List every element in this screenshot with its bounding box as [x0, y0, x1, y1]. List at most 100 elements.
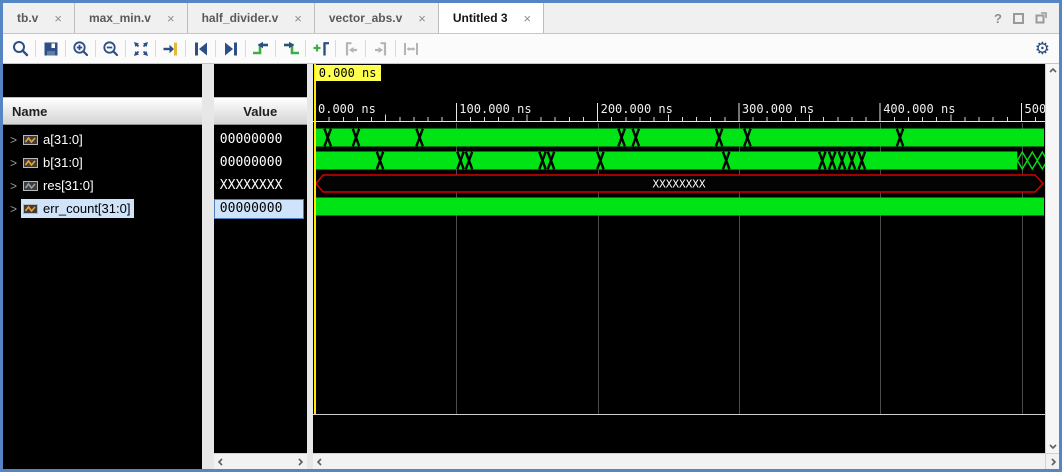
signal-value[interactable]: 00000000: [214, 199, 304, 219]
scroll-left-icon: [316, 458, 324, 466]
go-to-time-button[interactable]: [158, 37, 183, 61]
scroll-down-button[interactable]: [1046, 439, 1059, 453]
help-icon[interactable]: ?: [994, 11, 1002, 26]
gear-icon[interactable]: ⚙: [1035, 40, 1050, 57]
bus-icon: [23, 134, 38, 146]
add-marker-icon: [311, 39, 331, 59]
save-button[interactable]: [38, 37, 63, 61]
signal-name-label: err_count[31:0]: [43, 201, 130, 216]
expand-chevron-icon[interactable]: >: [10, 133, 17, 147]
tab-vector-abs-v[interactable]: vector_abs.v×: [315, 3, 439, 33]
expand-chevron-icon[interactable]: >: [10, 156, 17, 170]
next-edge-icon: [281, 39, 301, 59]
wave-row-err_count310[interactable]: [313, 196, 1045, 217]
previous-transition-icon: [191, 39, 211, 59]
signal-name-label: a[31:0]: [43, 132, 83, 147]
wave-vertical-scrollbar[interactable]: [1045, 64, 1059, 469]
toolbar-separator: [245, 40, 246, 57]
tab-close-icon[interactable]: ×: [294, 11, 302, 26]
wave-horizontal-scrollbar[interactable]: [313, 453, 1045, 469]
tab-close-icon[interactable]: ×: [524, 11, 532, 26]
tab-max-min-v[interactable]: max_min.v ×: [75, 3, 188, 33]
tab-tb-v[interactable]: tb.v ×: [3, 3, 75, 33]
wave-row-b310[interactable]: [313, 150, 1045, 171]
scroll-up-icon: [1049, 67, 1057, 75]
tab-close-icon[interactable]: ×: [167, 11, 175, 26]
value-column-header[interactable]: Value: [214, 97, 307, 125]
tab-close-icon[interactable]: ×: [418, 11, 426, 26]
signal-name-cell[interactable]: b[31:0]: [21, 153, 87, 172]
tab-bar-tabs: tb.v×max_min.v×half_divider.v×vector_abs…: [3, 3, 544, 33]
signal-name-cell[interactable]: a[31:0]: [21, 130, 87, 149]
maximize-icon[interactable]: [1013, 13, 1024, 24]
value-horizontal-scrollbar[interactable]: [214, 453, 307, 469]
previous-edge-button[interactable]: [248, 37, 273, 61]
signal-row-err_count310[interactable]: > err_count[31:0]: [3, 197, 202, 220]
zoom-out-button[interactable]: [98, 37, 123, 61]
signal-value-row[interactable]: 00000000: [214, 197, 307, 220]
previous-marker-icon: [341, 39, 361, 59]
expand-chevron-icon[interactable]: >: [10, 179, 17, 193]
scroll-right-corner-button[interactable]: [1046, 453, 1059, 469]
toolbar-separator: [35, 40, 36, 57]
zoom-in-button[interactable]: [68, 37, 93, 61]
bus-icon: [23, 180, 38, 192]
scroll-up-button[interactable]: [1046, 64, 1059, 78]
name-panel-spacer: [3, 64, 202, 97]
toolbar-separator: [155, 40, 156, 57]
wave-row-a310[interactable]: [313, 127, 1045, 148]
toolbar-separator: [275, 40, 276, 57]
signal-name-cell[interactable]: res[31:0]: [21, 176, 98, 195]
signal-row-res310[interactable]: > res[31:0]: [3, 174, 202, 197]
scroll-track[interactable]: [1046, 78, 1059, 439]
scroll-left-icon: [217, 458, 225, 466]
signal-value[interactable]: 00000000: [214, 132, 283, 147]
previous-marker-button: [338, 37, 363, 61]
zoom-fit-button[interactable]: [128, 37, 153, 61]
name-value-splitter[interactable]: [202, 64, 214, 469]
waveform-toolbar: ⚙: [3, 34, 1059, 64]
tab-half-divider-v[interactable]: half_divider.v ×: [188, 3, 315, 33]
toolbar-separator: [215, 40, 216, 57]
wave-row-res310[interactable]: XXXXXXXX: [313, 173, 1045, 194]
signal-value[interactable]: 00000000: [214, 155, 283, 170]
signal-name-panel: Name > a[31:0] > b[31:0] > res[31:0] > err_coun…: [3, 64, 202, 469]
signal-row-a310[interactable]: > a[31:0]: [3, 128, 202, 151]
zoom-out-icon: [101, 39, 121, 59]
add-marker-button[interactable]: [308, 37, 333, 61]
next-transition-icon: [221, 39, 241, 59]
simulation-waveform-window: tb.v×max_min.v×half_divider.v×vector_abs…: [0, 0, 1062, 472]
toolbar-separator: [65, 40, 66, 57]
main-area: Name > a[31:0] > b[31:0] > res[31:0] > err_coun…: [3, 64, 1059, 469]
zoom-fit-icon: [131, 39, 151, 59]
swap-cursors-button: [398, 37, 423, 61]
signal-value-row[interactable]: XXXXXXXX: [214, 174, 307, 197]
time-ruler[interactable]: 0.000 ns100.000 ns200.000 ns300.000 ns40…: [313, 97, 1045, 128]
tab-label: max_min.v: [89, 11, 151, 25]
tab-untitled-3[interactable]: Untitled 3×: [439, 3, 544, 33]
name-column-header[interactable]: Name: [3, 97, 202, 125]
wave-plot-area[interactable]: 0.000 ns 0.000 ns100.000 ns200.000 ns300…: [313, 64, 1045, 453]
tab-label: tb.v: [17, 11, 38, 25]
signal-value-row[interactable]: 00000000: [214, 128, 307, 151]
next-marker-icon: [371, 39, 391, 59]
find-button[interactable]: [8, 37, 33, 61]
time-cursor-line[interactable]: [314, 64, 316, 414]
signal-row-b310[interactable]: > b[31:0]: [3, 151, 202, 174]
find-icon: [11, 39, 31, 59]
tab-label: half_divider.v: [202, 11, 279, 25]
signal-value-row[interactable]: 00000000: [214, 151, 307, 174]
previous-transition-button[interactable]: [188, 37, 213, 61]
signal-value[interactable]: XXXXXXXX: [214, 178, 283, 193]
bus-icon: [23, 203, 38, 215]
signal-name-cell[interactable]: err_count[31:0]: [21, 199, 134, 218]
scroll-right-icon: [1049, 458, 1057, 466]
window-controls: ?: [994, 3, 1059, 33]
signal-value-rows: 00000000 00000000 XXXXXXXX 00000000: [214, 125, 307, 453]
next-edge-button[interactable]: [278, 37, 303, 61]
expand-chevron-icon[interactable]: >: [10, 202, 17, 216]
tab-close-icon[interactable]: ×: [54, 11, 62, 26]
go-to-time-icon: [161, 39, 181, 59]
next-transition-button[interactable]: [218, 37, 243, 61]
float-icon[interactable]: [1035, 12, 1047, 24]
